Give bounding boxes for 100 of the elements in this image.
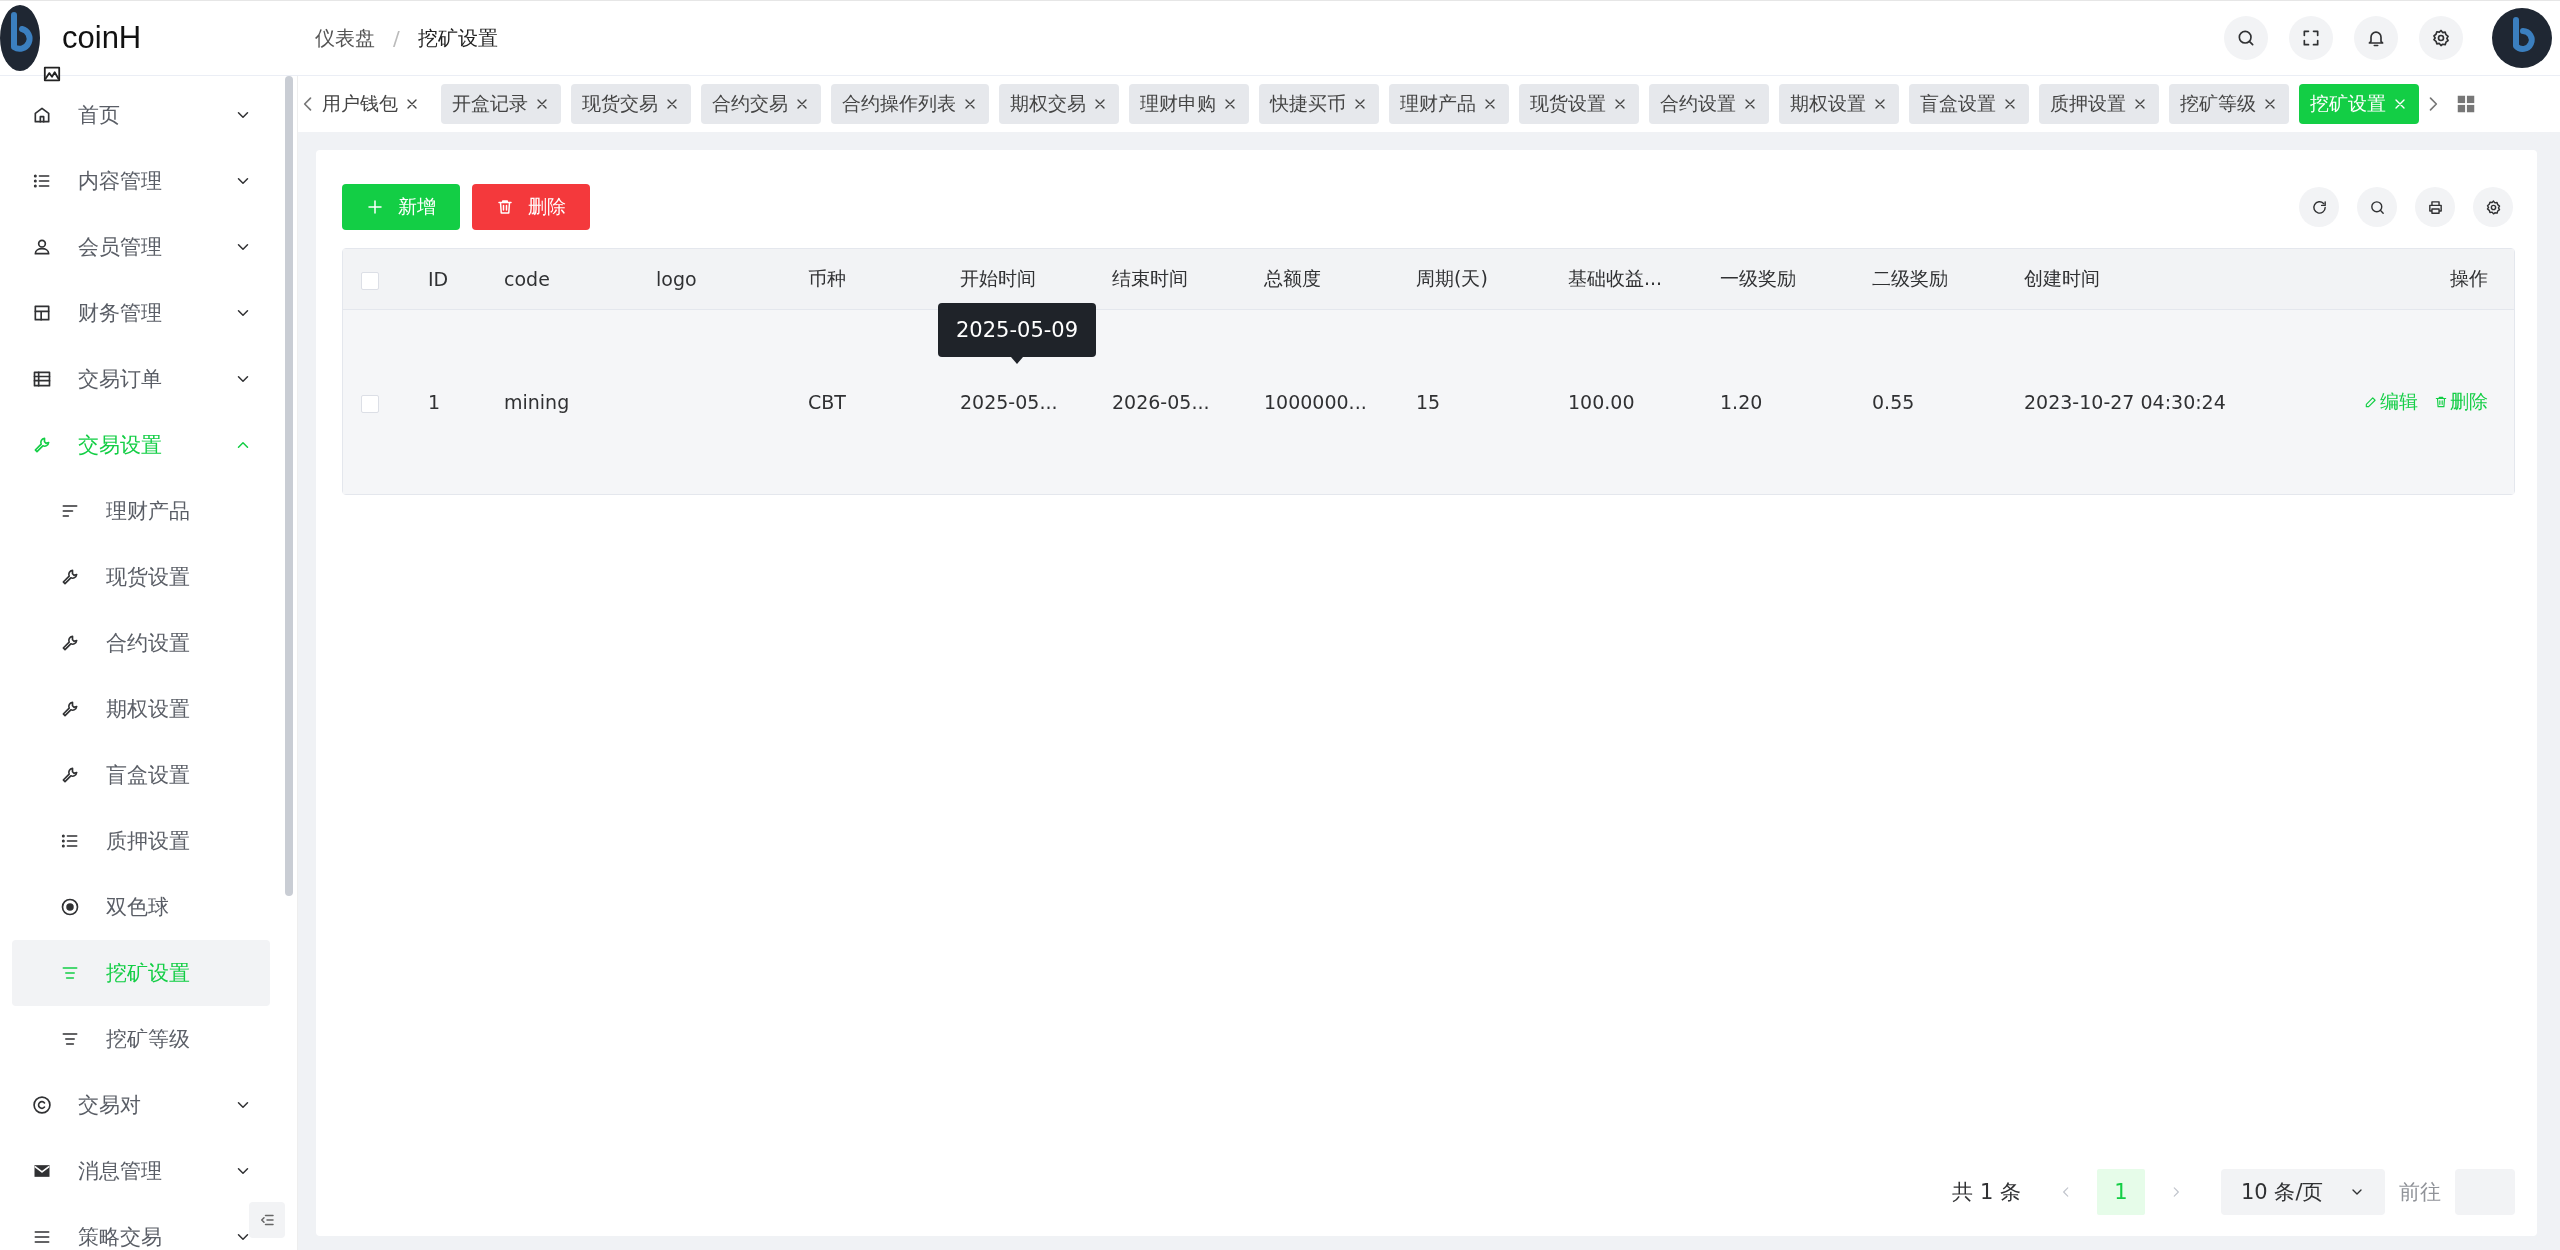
radio-icon (60, 897, 80, 917)
fullscreen-button[interactable] (2289, 16, 2333, 60)
table-cell: mining (504, 391, 570, 413)
column-header: code (504, 268, 550, 290)
logo-icon (0, 3, 40, 73)
column-header: 总额度 (1264, 267, 1321, 289)
settings-button[interactable] (2419, 16, 2463, 60)
search-icon (2368, 198, 2386, 216)
page-size-select[interactable]: 10 条/页 (2221, 1169, 2385, 1215)
table-cell: 1 (428, 391, 441, 413)
trash-icon (496, 198, 514, 216)
page-tab[interactable]: 质押设置 (2039, 84, 2159, 124)
menu-item[interactable]: 财务管理 (0, 280, 282, 346)
page-tab[interactable]: 快捷买币 (1259, 84, 1379, 124)
column-header: 结束时间 (1112, 267, 1188, 289)
breadcrumb-item[interactable]: 仪表盘 (315, 24, 375, 52)
table-cell: 1.20 (1720, 391, 1763, 413)
search-button[interactable] (2357, 187, 2397, 227)
menu-item[interactable]: 策略交易 (0, 1204, 282, 1250)
table-cell: CBT (808, 391, 846, 413)
page-tab[interactable]: 合约设置 (1649, 84, 1769, 124)
table-icon (32, 369, 52, 389)
wrench-icon (60, 765, 80, 785)
page-tab[interactable]: 期权设置 (1779, 84, 1899, 124)
page-tab[interactable]: 合约操作列表 (831, 84, 989, 124)
bell-icon (2366, 28, 2386, 48)
page-tab[interactable]: 用户钱包 (322, 84, 431, 124)
print-button[interactable] (2415, 187, 2455, 227)
menu-item[interactable]: 首页 (0, 82, 282, 148)
wrench-icon (60, 699, 80, 719)
page-tab[interactable]: 现货交易 (571, 84, 691, 124)
table-cell: 1000000... (1264, 391, 1367, 413)
page-tab[interactable]: 理财申购 (1129, 84, 1249, 124)
submenu-item[interactable]: 盲盒设置 (12, 742, 270, 808)
refresh-icon (2310, 198, 2328, 216)
page-tab[interactable]: 现货设置 (1519, 84, 1639, 124)
submenu-item[interactable]: 挖矿等级 (12, 1006, 270, 1072)
submenu-item[interactable]: 合约设置 (12, 610, 270, 676)
column-header: 二级奖励 (1872, 267, 1948, 289)
table-cell: 2026-05... (1112, 391, 1210, 413)
checkbox[interactable] (361, 271, 379, 290)
column-header: 基础收益... (1568, 267, 1663, 289)
table-cell: 0.55 (1872, 391, 1915, 413)
app-name: coinH (62, 20, 142, 56)
tab-menu-button[interactable] (2455, 93, 2477, 115)
print-icon (2426, 198, 2444, 216)
delete-button[interactable]: 删除 (472, 184, 590, 230)
pencil-icon (2364, 395, 2378, 409)
grid-icon (2455, 93, 2477, 115)
page-tab[interactable]: 合约交易 (701, 84, 821, 124)
table-cell: 2023-10-27 04:30:24 (2024, 391, 2226, 413)
column-header: logo (656, 268, 697, 290)
submenu-item[interactable]: 期权设置 (12, 676, 270, 742)
breadcrumb-separator: / (393, 26, 400, 50)
search-icon (2236, 28, 2256, 48)
page-tab[interactable]: 期权交易 (999, 84, 1119, 124)
collapse-menu-button[interactable] (249, 1202, 285, 1238)
scrollbar[interactable] (285, 76, 293, 896)
page-tab[interactable]: 挖矿等级 (2169, 84, 2289, 124)
table-cell: 2025-05... (960, 391, 1058, 413)
tooltip: 2025-05-09 (938, 303, 1097, 357)
settings-icon (2484, 198, 2502, 216)
tooltip-arrow-icon (1011, 357, 1023, 364)
submenu-item[interactable]: 理财产品 (12, 478, 270, 544)
column-header: 一级奖励 (1720, 267, 1796, 289)
column-header: 开始时间 (960, 267, 1036, 289)
goto-label: 前往 (2399, 1179, 2441, 1206)
avatar[interactable] (2492, 8, 2552, 68)
column-header: 币种 (808, 267, 846, 289)
page-tab[interactable]: 理财产品 (1389, 84, 1509, 124)
settings-icon (2431, 28, 2451, 48)
notifications-button[interactable] (2354, 16, 2398, 60)
total-count: 共 1 条 (1952, 1179, 2021, 1206)
copyright-icon (32, 1095, 52, 1115)
submenu-item[interactable]: 双色球 (12, 874, 270, 940)
checkbox[interactable] (361, 394, 379, 413)
submenu-item[interactable]: 质押设置 (12, 808, 270, 874)
search-button[interactable] (2224, 16, 2268, 60)
column-header: ID (428, 268, 449, 290)
menu-item[interactable]: 交易对 (0, 1072, 282, 1138)
plus-icon (366, 198, 384, 216)
breadcrumb-item: 挖矿设置 (417, 24, 498, 52)
page-tab[interactable]: 盲盒设置 (1909, 84, 2029, 124)
menu-item[interactable]: 消息管理 (0, 1138, 282, 1204)
wrench-icon (32, 435, 52, 455)
wrench-icon (60, 567, 80, 587)
table-cell: 15 (1416, 391, 1441, 413)
submenu-item[interactable]: 现货设置 (12, 544, 270, 610)
refresh-button[interactable] (2299, 187, 2339, 227)
menu-item[interactable]: 交易订单 (0, 346, 282, 412)
home-icon (32, 105, 52, 125)
column-header: 创建时间 (2024, 267, 2100, 289)
broken-image-icon (43, 64, 61, 83)
column-settings-button[interactable] (2473, 187, 2513, 227)
menu-item[interactable]: 会员管理 (0, 214, 282, 280)
fullscreen-icon (2301, 28, 2321, 48)
user-icon (32, 237, 52, 257)
column-header: 周期(天) (1416, 267, 1488, 289)
menu-item[interactable]: 内容管理 (0, 148, 282, 214)
page-tab[interactable]: 开盒记录 (441, 84, 561, 124)
